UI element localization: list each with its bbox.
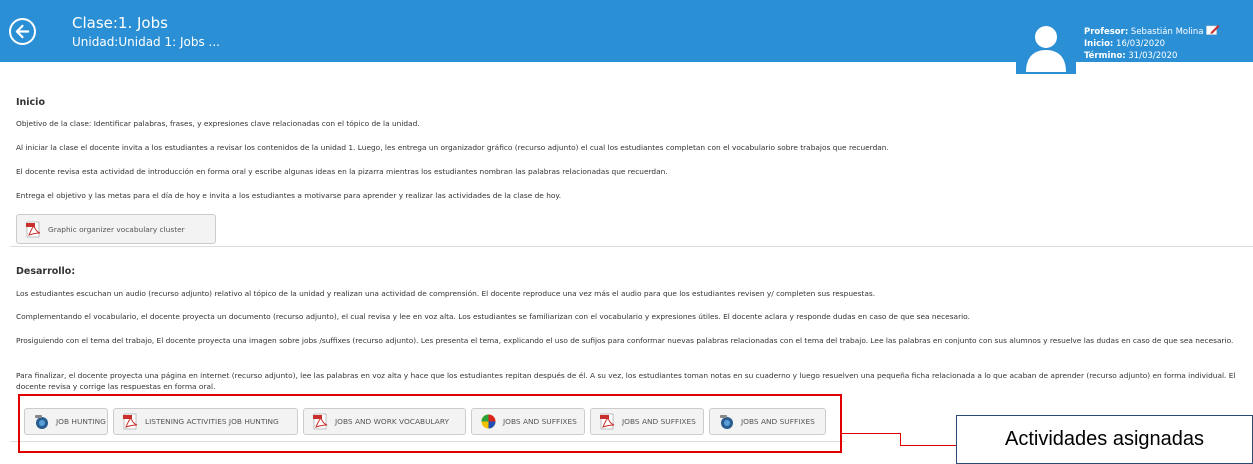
- teacher-info: Profesor: Sebastián Molina Inicio: 16/03…: [1084, 24, 1253, 60]
- resource-button-graphic-organizer[interactable]: Graphic organizer vocabulary cluster: [16, 214, 216, 244]
- callout-connector: [900, 433, 901, 445]
- start-date: 16/03/2020: [1116, 39, 1166, 49]
- start-label: Inicio:: [1084, 39, 1114, 49]
- edit-icon[interactable]: [1206, 24, 1220, 35]
- arrow-left-icon: [15, 24, 30, 39]
- class-title: Clase:1. Jobs: [72, 14, 168, 32]
- desarrollo-paragraph: Prosiguiendo con el tema del trabajo, El…: [16, 336, 1234, 345]
- resource-label: Graphic organizer vocabulary cluster: [48, 224, 185, 234]
- callout-connector: [900, 445, 956, 446]
- inicio-paragraph: Entrega el objetivo y las metas para el …: [16, 191, 562, 200]
- desarrollo-paragraph: Los estudiantes escuchan un audio (recur…: [16, 289, 876, 298]
- end-date: 31/03/2020: [1128, 51, 1178, 60]
- teacher-label: Profesor:: [1084, 27, 1129, 37]
- end-label: Término:: [1084, 51, 1126, 60]
- inicio-paragraph: Al iniciar la clase el docente invita a …: [16, 143, 889, 152]
- inicio-paragraph: Objetivo de la clase: Identificar palabr…: [16, 119, 420, 128]
- highlight-box: [18, 394, 842, 453]
- user-icon: [1018, 16, 1074, 72]
- back-button[interactable]: [9, 18, 36, 45]
- desarrollo-paragraph: Complementando el vocabulario, el docent…: [16, 312, 970, 321]
- avatar: [1016, 14, 1076, 74]
- section-desarrollo-title: Desarrollo:: [16, 266, 76, 277]
- pdf-icon: [26, 221, 41, 237]
- section-divider: [10, 246, 1253, 247]
- unit-title: Unidad:Unidad 1: Jobs ...: [72, 35, 220, 49]
- teacher-name: Sebastián Molina: [1130, 27, 1204, 37]
- desarrollo-paragraph: Para finalizar, el docente proyecta una …: [16, 371, 1236, 391]
- callout-label: Actividades asignadas: [956, 415, 1253, 464]
- inicio-paragraph: El docente revisa esta actividad de intr…: [16, 167, 668, 176]
- callout-connector: [842, 433, 900, 434]
- section-inicio-title: Inicio: [16, 97, 45, 108]
